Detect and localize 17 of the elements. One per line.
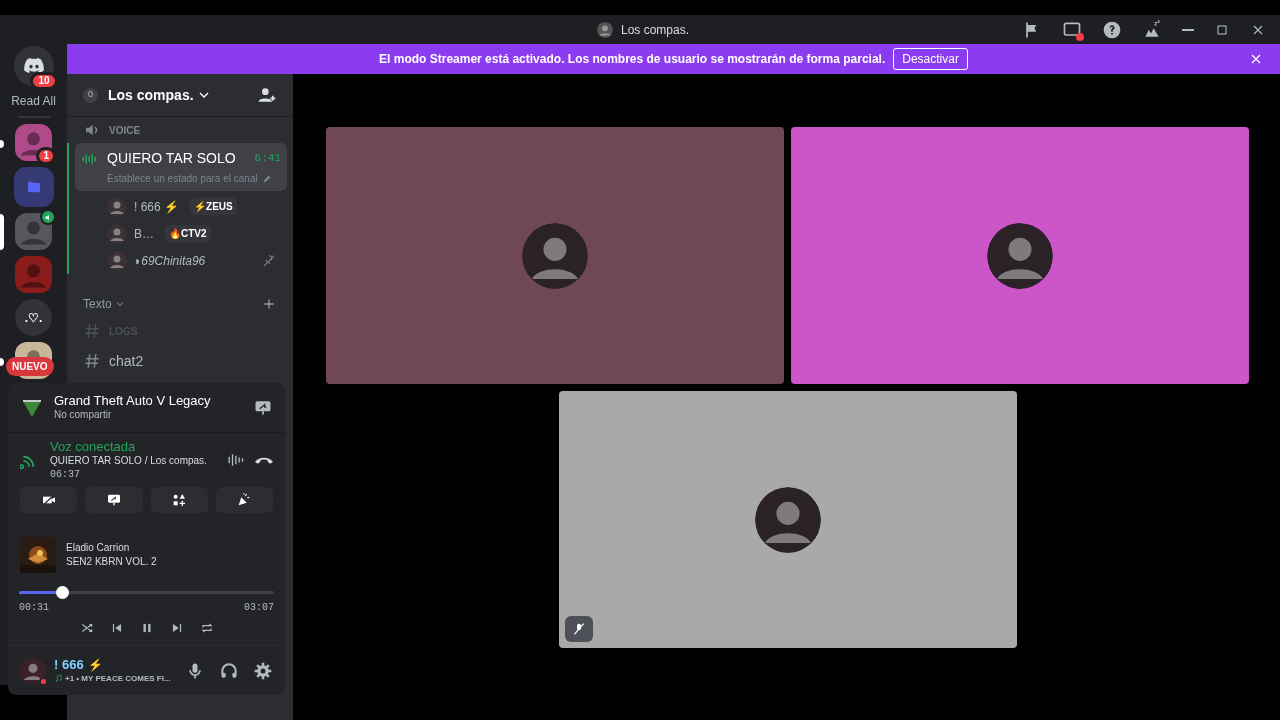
custom-status: +1 • MY PEACE COMES FI... [65, 673, 171, 684]
notification-badge: 10 [30, 72, 58, 90]
elapsed-time: 00:31 [19, 601, 49, 616]
game-title: Grand Theft Auto V Legacy [54, 393, 211, 410]
call-timer: 06:37 [50, 468, 81, 482]
album-name: SEN2 KBRN VOL. 2 [66, 556, 157, 569]
window-title: Los compas. [621, 22, 690, 39]
total-time: 03:07 [244, 601, 274, 616]
call-timer: 6:41 [254, 151, 281, 167]
status-emoji: ⚡ [87, 658, 103, 673]
banner-text: El modo Streamer está activado. Los nombres de usuario se mostrarán de forma parcial. [379, 51, 886, 68]
artist-name: Eladio Carrion [66, 541, 131, 555]
member-tag: ⚡ZEUS [190, 198, 237, 215]
member-tag: 🔥CTV2 [165, 225, 211, 242]
notification-badge: 1 [36, 147, 56, 165]
server-count: 0 [83, 87, 98, 103]
game-subtitle: No compartir [54, 409, 113, 422]
